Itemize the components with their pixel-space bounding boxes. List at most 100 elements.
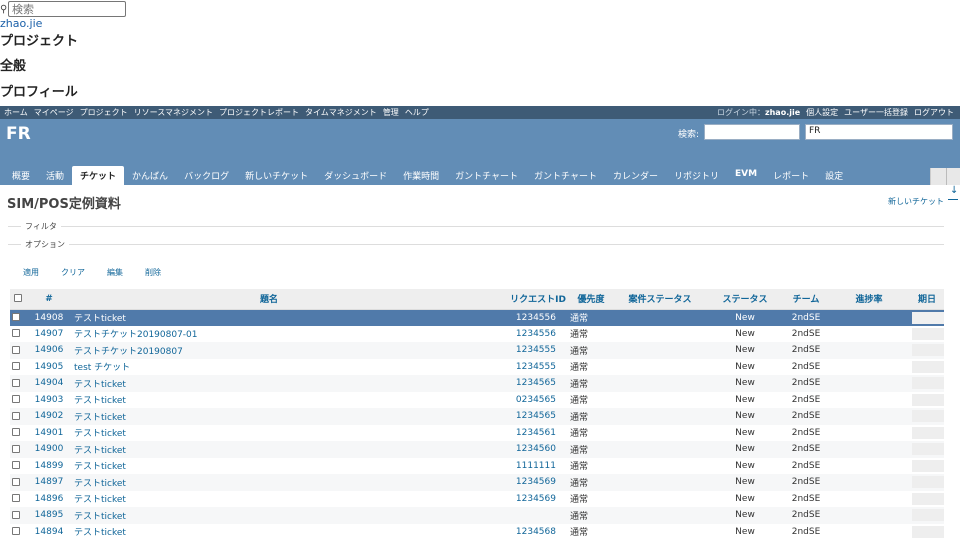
col-header-team[interactable]: チーム xyxy=(784,289,828,310)
top-menu-time-management[interactable]: タイムマネジメント xyxy=(305,106,377,119)
issue-id-link[interactable]: 14908 xyxy=(35,313,64,323)
issue-subject-link[interactable]: テストticket xyxy=(74,528,126,538)
row-checkbox[interactable] xyxy=(10,375,26,392)
options-legend[interactable]: オプション xyxy=(21,239,69,250)
col-header-subject[interactable]: 題名 xyxy=(72,289,466,310)
raw-search-input[interactable] xyxy=(8,1,126,17)
tab-backlog[interactable]: バックログ xyxy=(176,166,237,185)
issue-subject-link[interactable]: テストチケット20190807-01 xyxy=(74,330,198,340)
row-checkbox[interactable] xyxy=(10,408,26,425)
table-row[interactable]: 14900 テストticket 1234560 通常 New 2ndSE xyxy=(10,441,944,458)
tab-repository[interactable]: リポジトリ xyxy=(666,166,727,185)
top-menu-help[interactable]: ヘルプ xyxy=(405,106,429,119)
request-id-link[interactable]: 1234569 xyxy=(516,477,556,487)
row-checkbox[interactable] xyxy=(10,392,26,409)
request-id-link[interactable]: 1234565 xyxy=(516,411,556,421)
table-row[interactable]: 14904 テストticket 1234565 通常 New 2ndSE xyxy=(10,375,944,392)
issue-subject-link[interactable]: テストticket xyxy=(74,479,126,489)
top-menu-bulk-user-register[interactable]: ユーザー一括登録 xyxy=(844,106,908,119)
table-row[interactable]: 14901 テストticket 1234561 通常 New 2ndSE xyxy=(10,424,944,442)
row-checkbox[interactable] xyxy=(10,474,26,491)
table-row[interactable]: 14907 テストチケット20190807-01 1234556 通常 New 2ndSE xyxy=(10,325,944,343)
table-row[interactable]: 14897 テストticket 1234569 通常 New 2ndSE xyxy=(10,474,944,491)
table-row[interactable]: 14902 テストticket 1234565 通常 New 2ndSE xyxy=(10,408,944,425)
top-menu-my-page[interactable]: マイページ xyxy=(34,106,74,119)
issue-subject-link[interactable]: テストticket xyxy=(74,495,126,505)
table-row[interactable]: 14895 テストticket 通常 New 2ndSE xyxy=(10,507,944,524)
table-row[interactable]: 14899 テストticket 1111111 通常 New 2ndSE xyxy=(10,457,944,475)
issue-id-link[interactable]: 14899 xyxy=(35,461,64,471)
project-jump-select[interactable]: FR xyxy=(805,124,953,140)
edit-query-button[interactable]: 編集 xyxy=(107,267,123,278)
tab-evm[interactable]: EVM xyxy=(727,166,765,185)
top-menu-logout[interactable]: ログアウト xyxy=(914,106,954,119)
col-header-status[interactable]: ステータス xyxy=(706,289,784,310)
issue-subject-link[interactable]: テストticket xyxy=(74,429,126,439)
raw-user-link[interactable]: zhao.jie xyxy=(0,17,42,30)
apply-button[interactable]: 適用 xyxy=(23,267,39,278)
down-arrow-icon[interactable]: ↓ xyxy=(950,185,958,196)
issue-id-link[interactable]: 14901 xyxy=(35,428,64,438)
row-checkbox[interactable] xyxy=(10,507,26,524)
issue-id-link[interactable]: 14905 xyxy=(35,362,64,372)
issue-id-link[interactable]: 14895 xyxy=(35,510,64,520)
tab-activity[interactable]: 活動 xyxy=(38,166,72,185)
row-checkbox[interactable] xyxy=(10,458,26,475)
issue-id-link[interactable]: 14903 xyxy=(35,395,64,405)
col-header-priority[interactable]: 優先度 xyxy=(568,289,614,310)
request-id-link[interactable]: 1111111 xyxy=(516,461,556,471)
table-row[interactable]: 14894 テストticket 1234568 通常 New 2ndSE xyxy=(10,523,944,540)
request-id-link[interactable]: 1234555 xyxy=(516,362,556,372)
issue-id-link[interactable]: 14906 xyxy=(35,345,64,355)
issue-id-link[interactable]: 14904 xyxy=(35,378,64,388)
header-search-input[interactable] xyxy=(704,124,800,140)
top-menu-projects[interactable]: プロジェクト xyxy=(80,106,128,119)
row-checkbox[interactable] xyxy=(10,342,26,359)
new-issue-link[interactable]: 新しいチケット xyxy=(888,196,944,207)
issue-subject-link[interactable]: テストticket xyxy=(74,380,126,390)
table-row[interactable]: 14903 テストticket 0234565 通常 New 2ndSE xyxy=(10,391,944,409)
tab-spent-time[interactable]: 作業時間 xyxy=(395,166,447,185)
issue-subject-link[interactable]: テストticket xyxy=(74,462,126,472)
request-id-link[interactable]: 1234556 xyxy=(516,313,556,323)
row-checkbox[interactable] xyxy=(10,491,26,508)
row-checkbox[interactable] xyxy=(10,441,26,458)
filter-legend[interactable]: フィルタ xyxy=(21,221,61,232)
top-menu-my-account[interactable]: 個人設定 xyxy=(806,106,838,119)
row-checkbox[interactable] xyxy=(10,326,26,343)
tab-kanban[interactable]: かんばん xyxy=(124,166,176,185)
delete-query-button[interactable]: 削除 xyxy=(145,267,161,278)
request-id-link[interactable]: 1234569 xyxy=(516,494,556,504)
tab-gantt-2[interactable]: ガントチャート xyxy=(526,166,605,185)
request-id-link[interactable]: 0234565 xyxy=(516,395,556,405)
issue-subject-link[interactable]: test チケット xyxy=(74,363,130,373)
tab-settings[interactable]: 設定 xyxy=(817,166,851,185)
col-header-progress[interactable]: 進捗率 xyxy=(828,289,910,310)
tab-gantt-1[interactable]: ガントチャート xyxy=(447,166,526,185)
row-checkbox[interactable] xyxy=(10,359,26,376)
issue-subject-link[interactable]: テストチケット20190807 xyxy=(74,347,183,357)
table-row[interactable]: 14896 テストticket 1234569 通常 New 2ndSE xyxy=(10,490,944,508)
col-header-request-id[interactable]: リクエストID xyxy=(466,289,568,310)
col-header-due-date[interactable]: 期日 xyxy=(910,289,944,310)
issue-subject-link[interactable]: テストticket xyxy=(74,314,126,324)
request-id-link[interactable]: 1234556 xyxy=(516,329,556,339)
issue-id-link[interactable]: 14894 xyxy=(35,527,64,537)
issue-id-link[interactable]: 14902 xyxy=(35,411,64,421)
tab-dashboard[interactable]: ダッシュボード xyxy=(316,166,395,185)
top-menu-home[interactable]: ホーム xyxy=(4,106,28,119)
tab-report[interactable]: レポート xyxy=(765,166,817,185)
row-checkbox[interactable] xyxy=(10,425,26,442)
col-header-id[interactable]: # xyxy=(26,289,72,310)
top-menu-project-report[interactable]: プロジェクトレポート xyxy=(219,106,299,119)
select-all-checkbox[interactable] xyxy=(10,289,26,310)
request-id-link[interactable]: 1234565 xyxy=(516,378,556,388)
col-header-case-status[interactable]: 案件ステータス xyxy=(614,289,706,310)
issue-subject-link[interactable]: テストticket xyxy=(74,512,126,522)
request-id-link[interactable]: 1234568 xyxy=(516,527,556,537)
row-checkbox[interactable] xyxy=(10,309,26,326)
issue-id-link[interactable]: 14900 xyxy=(35,444,64,454)
top-menu-admin[interactable]: 管理 xyxy=(383,106,399,119)
login-user-link[interactable]: zhao.jie xyxy=(765,108,800,117)
table-row[interactable]: 14908 テストticket 1234556 通常 New 2ndSE xyxy=(10,309,944,326)
